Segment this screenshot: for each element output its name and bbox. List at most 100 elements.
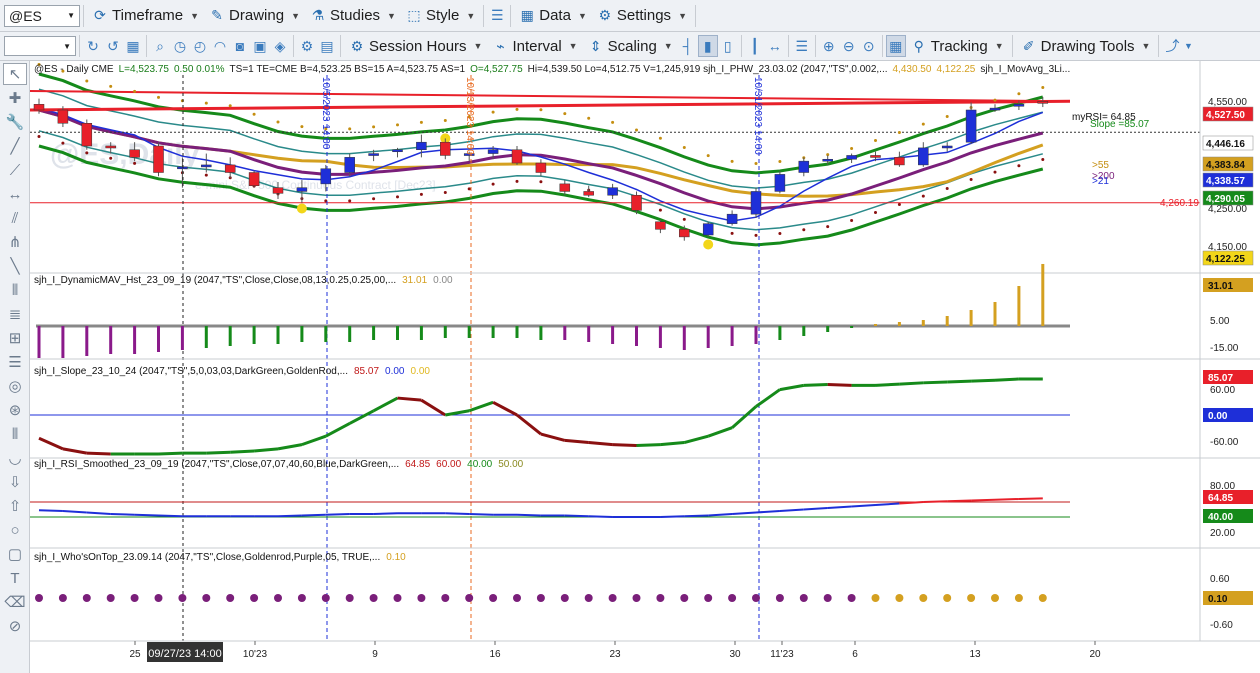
pitchfork-icon[interactable]: ⋔ <box>0 231 30 253</box>
chart-icon[interactable]: ◠ <box>210 35 230 57</box>
delete-icon[interactable]: ⊘ <box>0 615 30 637</box>
refresh-icon[interactable]: ↻ <box>83 35 103 57</box>
lower-dot <box>85 151 89 155</box>
candle-body <box>320 168 332 185</box>
toolbar-divider <box>483 4 485 27</box>
camera-icon[interactable]: ◙ <box>230 35 250 57</box>
zoom-in-icon[interactable]: ⊕ <box>819 35 839 57</box>
ruler-icon[interactable]: ╲ <box>0 255 30 277</box>
chart-area[interactable]: @ES,Daily e-mini S&P 500 Continuous Cont… <box>30 61 1260 673</box>
session-hours-button[interactable]: ⚙ Session Hours ▼ <box>344 34 487 58</box>
chevron-down-icon: ▼ <box>291 10 300 21</box>
trend-icon[interactable]: ⤴ <box>1162 35 1182 57</box>
upper-dot <box>921 122 925 126</box>
candlestick-icon[interactable]: ▮ <box>697 35 718 57</box>
zoom-rect-icon[interactable]: ⌕ <box>150 35 170 57</box>
panes-icon[interactable]: ☰ <box>792 35 812 57</box>
clock-icon[interactable]: ◷ <box>170 35 190 57</box>
crosshair-icon[interactable]: ✚ <box>0 87 30 109</box>
flask-icon: ⚗ <box>311 7 325 23</box>
slope-segment <box>923 380 948 385</box>
chart-canvas[interactable]: @ES,Daily e-mini S&P 500 Continuous Cont… <box>30 61 1260 673</box>
layout-icon[interactable]: ☰ <box>487 5 507 27</box>
fibonacci-icon[interactable]: ≣ <box>0 303 30 325</box>
ohlc-bar-icon[interactable]: ┤ <box>678 35 698 57</box>
zoom-out-icon[interactable]: ⊖ <box>839 35 859 57</box>
toolbar-divider <box>79 35 80 57</box>
time-icon[interactable]: ◴ <box>190 35 210 57</box>
mav-bar <box>874 324 877 326</box>
data-button[interactable]: ▦ Data ▼ <box>514 4 592 28</box>
who-dot <box>967 594 976 602</box>
bars-icon[interactable]: ⦀ <box>0 279 30 301</box>
x-tick-label: 11'23 <box>770 649 794 660</box>
symbol-input[interactable]: @ES ▼ <box>4 4 80 27</box>
interval-icon: ⌁ <box>496 37 505 54</box>
sticks-icon[interactable]: ⦀ <box>0 423 30 445</box>
volume-icon[interactable]: ┃ <box>745 35 765 57</box>
workspace-select[interactable]: ▼ <box>4 36 76 56</box>
lower-dot <box>419 192 423 196</box>
candle-body <box>1013 104 1025 107</box>
grid-icon[interactable]: ▦ <box>123 35 143 57</box>
lower-dot <box>396 195 399 199</box>
upper-dot <box>300 125 304 129</box>
data-window-icon[interactable]: ▦ <box>885 35 906 57</box>
toolbar-divider <box>881 35 883 57</box>
slope-segment <box>468 400 494 413</box>
spiral-icon[interactable]: ⊛ <box>0 399 30 421</box>
channel-icon[interactable]: ⫽ <box>0 207 30 229</box>
style-button[interactable]: ⬚ Style ▼ <box>401 4 480 28</box>
scaling-button[interactable]: ⇕ Scaling ▼ <box>583 34 678 58</box>
chevron-down-icon: ▼ <box>994 41 1004 51</box>
spread-icon[interactable]: ◈ <box>270 35 290 57</box>
arc-icon[interactable]: ◡ <box>0 447 30 469</box>
mav-bar <box>850 326 854 328</box>
who-dot <box>775 594 784 602</box>
cursor-icon[interactable]: ↖ <box>3 63 27 85</box>
upper-dot <box>563 112 567 116</box>
x-tick-label: 25 <box>129 649 141 660</box>
studies-button[interactable]: ⚗ Studies ▼ <box>305 4 401 28</box>
zoom-reset-icon[interactable]: ⊙ <box>859 35 879 57</box>
mav-bar <box>969 310 973 326</box>
hollow-candle-icon[interactable]: ▯ <box>718 35 738 57</box>
timeframe-button[interactable]: ⟳ Timeframe ▼ <box>87 4 204 28</box>
interval-button[interactable]: ⌁ Interval ▼ <box>487 34 582 58</box>
gear-icon[interactable]: ⚙ <box>297 35 317 57</box>
cycles-icon[interactable]: ◎ <box>0 375 30 397</box>
settings-button[interactable]: ⚙ Settings ▼ <box>592 4 692 28</box>
eraser-icon[interactable]: ⌫ <box>0 591 30 613</box>
header-segment: @ES - Daily CME <box>34 64 114 75</box>
chevron-down-icon[interactable]: ▼ <box>1182 35 1194 57</box>
lower-dot <box>204 173 208 177</box>
arrow-up-icon[interactable]: ⇧ <box>0 495 30 517</box>
ray-icon[interactable]: ⟋ <box>0 159 30 181</box>
drawing-button[interactable]: ✎ Drawing ▼ <box>204 4 305 28</box>
grid-settings-icon[interactable]: ▤ <box>317 35 337 57</box>
rectangle-icon[interactable]: ▢ <box>0 543 30 565</box>
tracking-button[interactable]: ⚲ Tracking ▼ <box>906 34 1009 58</box>
horizontal-line-icon[interactable]: ↔ <box>0 183 30 205</box>
drawing-tools-button[interactable]: ✐ Drawing Tools ▼ <box>1016 34 1156 58</box>
mav-bar <box>396 326 399 340</box>
levels-icon[interactable]: ☰ <box>0 351 30 373</box>
upper-dot <box>348 127 352 131</box>
spacing-icon[interactable]: ↔ <box>765 35 785 57</box>
ellipse-icon[interactable]: ○ <box>0 519 30 541</box>
trendline-icon[interactable]: ╱ <box>0 135 30 157</box>
text-icon[interactable]: T <box>0 567 30 589</box>
gann-icon[interactable]: ⊞ <box>0 327 30 349</box>
who-dot <box>656 594 665 602</box>
mav-bar <box>37 326 41 358</box>
lower-dot <box>921 194 925 198</box>
data-icon: ▦ <box>520 7 534 23</box>
gear-icon: ⚙ <box>350 37 364 54</box>
arrow-down-icon[interactable]: ⇩ <box>0 471 30 493</box>
header-segment: 0.50 0.01% <box>174 64 225 75</box>
reload-icon[interactable]: ↺ <box>103 35 123 57</box>
slope-segment <box>325 422 351 438</box>
wrench-icon[interactable]: 🔧 <box>0 111 30 133</box>
rsi-segment <box>1018 497 1043 500</box>
picture-icon[interactable]: ▣ <box>250 35 270 57</box>
